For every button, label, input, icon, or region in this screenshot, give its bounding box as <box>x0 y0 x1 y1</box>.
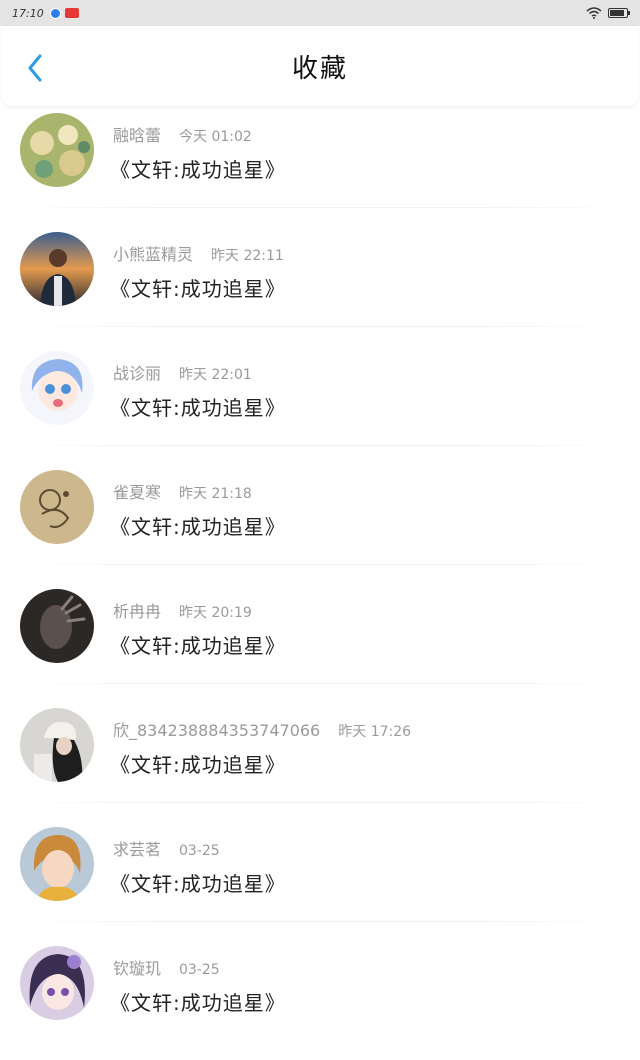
book-title[interactable]: 《文轩:成功追星》 <box>110 987 286 1016</box>
notification-message-icon <box>64 8 79 18</box>
timestamp: 昨天 22:01 <box>179 367 252 383</box>
list-item[interactable]: 融晗蕾 今天 01:02 《文轩:成功追星》 <box>0 108 640 227</box>
divider <box>0 564 640 565</box>
divider <box>0 683 640 684</box>
notification-app-icon <box>49 7 61 19</box>
list-item[interactable]: 战诊丽 昨天 22:01 《文轩:成功追星》 <box>0 346 640 465</box>
username: 战诊丽 <box>113 364 162 383</box>
item-meta: 融晗蕾 今天 01:02 <box>113 122 252 146</box>
avatar[interactable] <box>20 589 94 663</box>
item-meta: 钦璇玑 03-25 <box>113 955 220 979</box>
username: 析冉冉 <box>113 602 162 621</box>
status-time: 17:10 <box>12 6 44 20</box>
item-meta: 雀夏寒 昨天 21:18 <box>113 479 252 503</box>
item-meta: 小熊蓝精灵 昨天 22:11 <box>113 241 284 265</box>
item-meta: 析冉冉 昨天 20:19 <box>113 598 252 622</box>
back-arrow-icon <box>28 54 42 82</box>
list-item[interactable]: 求芸茗 03-25 《文轩:成功追星》 <box>0 822 640 941</box>
item-meta: 欣_834238884353747066 昨天 17:26 <box>113 717 411 741</box>
book-title[interactable]: 《文轩:成功追星》 <box>110 392 286 421</box>
avatar[interactable] <box>20 708 94 782</box>
timestamp: 昨天 21:18 <box>179 486 252 502</box>
timestamp: 03-25 <box>179 962 220 978</box>
page-title: 收藏 <box>291 53 348 84</box>
divider <box>0 445 640 446</box>
avatar[interactable] <box>20 827 94 901</box>
divider <box>0 921 640 922</box>
item-meta: 求芸茗 03-25 <box>113 836 220 860</box>
timestamp: 今天 01:02 <box>179 129 252 145</box>
username: 欣_834238884353747066 <box>113 721 321 740</box>
header-bar: 收藏 <box>2 26 638 106</box>
favorites-list: 融晗蕾 今天 01:02 《文轩:成功追星》 小熊蓝精灵 昨天 22:11 《文… <box>0 108 640 1060</box>
timestamp: 昨天 22:11 <box>211 248 284 264</box>
username: 雀夏寒 <box>113 483 162 502</box>
battery-icon <box>608 8 630 18</box>
avatar[interactable] <box>20 232 94 306</box>
divider <box>0 802 640 803</box>
book-title[interactable]: 《文轩:成功追星》 <box>110 273 286 302</box>
book-title[interactable]: 《文轩:成功追星》 <box>110 749 286 778</box>
timestamp: 03-25 <box>179 843 220 859</box>
list-item[interactable]: 钦璇玑 03-25 《文轩:成功追星》 <box>0 941 640 1060</box>
status-bar: 17:10 <box>0 0 640 26</box>
book-title[interactable]: 《文轩:成功追星》 <box>110 868 286 897</box>
username: 求芸茗 <box>113 840 162 859</box>
list-item[interactable]: 欣_834238884353747066 昨天 17:26 《文轩:成功追星》 <box>0 703 640 822</box>
avatar[interactable] <box>20 351 94 425</box>
divider <box>0 326 640 327</box>
timestamp: 昨天 20:19 <box>179 605 252 621</box>
divider <box>0 207 640 208</box>
list-item[interactable]: 小熊蓝精灵 昨天 22:11 《文轩:成功追星》 <box>0 227 640 346</box>
book-title[interactable]: 《文轩:成功追星》 <box>110 154 286 183</box>
username: 小熊蓝精灵 <box>113 245 194 264</box>
book-title[interactable]: 《文轩:成功追星》 <box>110 630 286 659</box>
username: 钦璇玑 <box>113 959 162 978</box>
list-item[interactable]: 雀夏寒 昨天 21:18 《文轩:成功追星》 <box>0 465 640 584</box>
back-button[interactable] <box>20 50 52 86</box>
item-meta: 战诊丽 昨天 22:01 <box>113 360 252 384</box>
avatar[interactable] <box>20 113 94 187</box>
avatar[interactable] <box>20 470 94 544</box>
list-item[interactable]: 析冉冉 昨天 20:19 《文轩:成功追星》 <box>0 584 640 703</box>
wifi-icon <box>586 7 602 19</box>
username: 融晗蕾 <box>113 126 162 145</box>
book-title[interactable]: 《文轩:成功追星》 <box>110 511 286 540</box>
timestamp: 昨天 17:26 <box>338 724 412 740</box>
avatar[interactable] <box>20 946 94 1020</box>
